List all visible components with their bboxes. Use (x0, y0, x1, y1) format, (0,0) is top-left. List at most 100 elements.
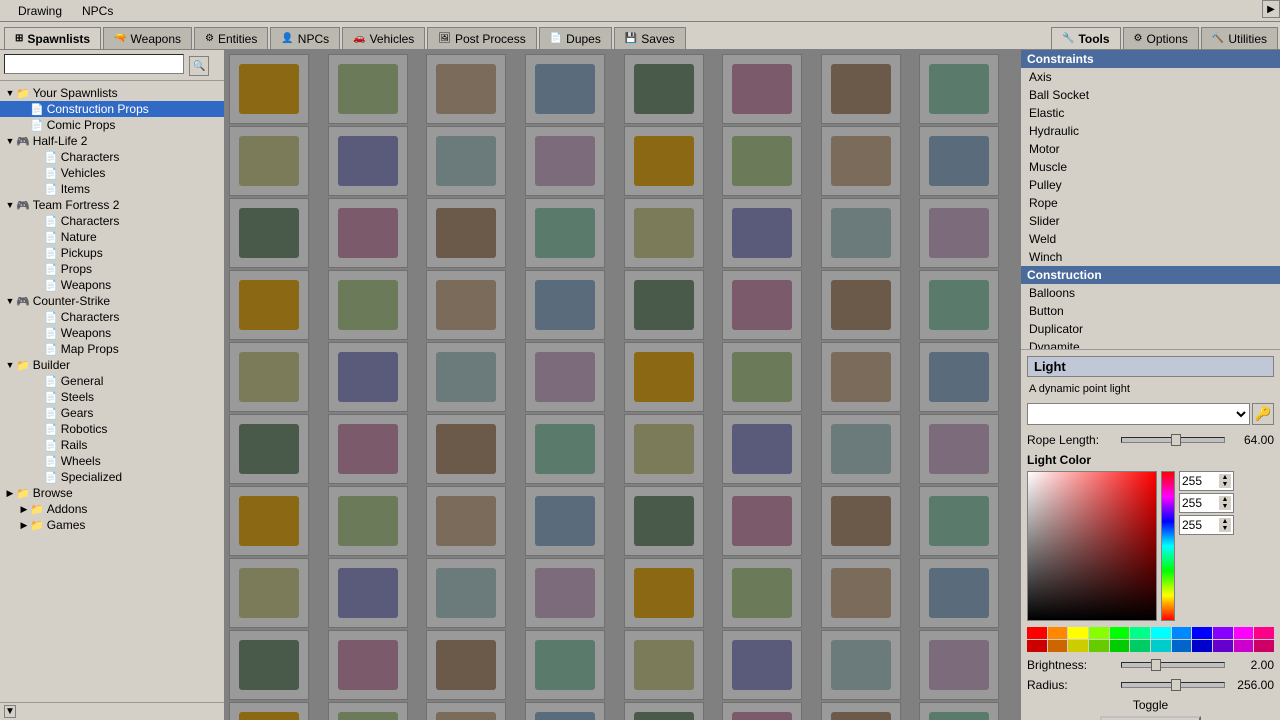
content-item-16[interactable] (229, 198, 309, 268)
content-item-77[interactable] (722, 702, 802, 720)
tab-postprocess[interactable]: 🖼 Post Process (427, 27, 536, 49)
color-swatch-7[interactable] (1172, 627, 1192, 639)
content-item-18[interactable] (426, 198, 506, 268)
constraint-item-ball-socket[interactable]: Ball Socket (1021, 86, 1280, 104)
constraint-item-elastic[interactable]: Elastic (1021, 104, 1280, 122)
tab-tools[interactable]: 🔧 Tools (1051, 27, 1121, 49)
content-item-9[interactable] (328, 126, 408, 196)
content-item-69[interactable] (722, 630, 802, 700)
content-item-14[interactable] (821, 126, 901, 196)
tree-expand-team-fortress-2[interactable]: ▼ (4, 200, 16, 210)
content-item-25[interactable] (328, 270, 408, 340)
content-item-22[interactable] (821, 198, 901, 268)
tab-npcs[interactable]: 👤 NPCs (270, 27, 340, 49)
content-item-74[interactable] (426, 702, 506, 720)
tab-weapons[interactable]: 🔫 Weapons (103, 27, 192, 49)
content-item-41[interactable] (328, 414, 408, 484)
content-item-17[interactable] (328, 198, 408, 268)
content-item-20[interactable] (624, 198, 704, 268)
tree-expand-browse[interactable]: ▶ (4, 488, 16, 499)
tree-item-your-spawnlists[interactable]: ▼📁Your Spawnlists (0, 85, 224, 101)
tab-saves[interactable]: 💾 Saves (614, 27, 686, 49)
tree-item-builder-general[interactable]: 📄General (0, 373, 224, 389)
content-item-56[interactable] (229, 558, 309, 628)
color-swatch-20[interactable] (1192, 640, 1212, 652)
color-swatch-17[interactable] (1130, 640, 1150, 652)
content-scroll[interactable] (225, 50, 1020, 720)
content-item-2[interactable] (426, 54, 506, 124)
radius-slider[interactable] (1121, 682, 1225, 688)
color-swatch-21[interactable] (1213, 640, 1233, 652)
tree-item-team-fortress-2[interactable]: ▼🎮Team Fortress 2 (0, 197, 224, 213)
content-item-24[interactable] (229, 270, 309, 340)
tree-expand-counter-strike[interactable]: ▼ (4, 296, 16, 306)
radius-thumb[interactable] (1171, 679, 1181, 691)
tree-item-builder[interactable]: ▼📁Builder (0, 357, 224, 373)
tree-item-builder-specialized[interactable]: 📄Specialized (0, 469, 224, 485)
content-item-19[interactable] (525, 198, 605, 268)
content-item-44[interactable] (624, 414, 704, 484)
content-item-15[interactable] (919, 126, 999, 196)
content-item-54[interactable] (821, 486, 901, 556)
content-item-13[interactable] (722, 126, 802, 196)
color-swatch-2[interactable] (1068, 627, 1088, 639)
color-swatch-12[interactable] (1027, 640, 1047, 652)
content-item-53[interactable] (722, 486, 802, 556)
tree-item-tf2-nature[interactable]: 📄Nature (0, 229, 224, 245)
content-item-21[interactable] (722, 198, 802, 268)
rgb-red-up[interactable]: ▲ (1219, 474, 1231, 481)
rgb-blue-down[interactable]: ▼ (1219, 525, 1231, 532)
tree-item-hl2-items[interactable]: 📄Items (0, 181, 224, 197)
content-item-5[interactable] (722, 54, 802, 124)
tree-item-counter-strike[interactable]: ▼🎮Counter-Strike (0, 293, 224, 309)
tab-dupes[interactable]: 📄 Dupes (539, 27, 612, 49)
tree-item-tf2-characters[interactable]: 📄Characters (0, 213, 224, 229)
content-item-23[interactable] (919, 198, 999, 268)
content-item-43[interactable] (525, 414, 605, 484)
color-swatch-13[interactable] (1048, 640, 1068, 652)
content-item-28[interactable] (624, 270, 704, 340)
content-item-33[interactable] (328, 342, 408, 412)
color-swatch-3[interactable] (1089, 627, 1109, 639)
content-item-66[interactable] (426, 630, 506, 700)
tab-options[interactable]: ⚙ Options (1123, 27, 1199, 49)
content-item-46[interactable] (821, 414, 901, 484)
content-item-70[interactable] (821, 630, 901, 700)
content-item-78[interactable] (821, 702, 901, 720)
content-item-49[interactable] (328, 486, 408, 556)
content-item-37[interactable] (722, 342, 802, 412)
tree-item-cs-characters[interactable]: 📄Characters (0, 309, 224, 325)
menu-npcs[interactable]: NPCs (72, 2, 123, 20)
content-item-59[interactable] (525, 558, 605, 628)
content-item-27[interactable] (525, 270, 605, 340)
content-item-51[interactable] (525, 486, 605, 556)
content-item-6[interactable] (821, 54, 901, 124)
tree-item-games[interactable]: ▶📁Games (0, 517, 224, 533)
content-item-57[interactable] (328, 558, 408, 628)
rope-length-thumb[interactable] (1171, 434, 1181, 446)
content-item-42[interactable] (426, 414, 506, 484)
tree-expand-your-spawnlists[interactable]: ▼ (4, 88, 16, 98)
constraint-item-weld[interactable]: Weld (1021, 230, 1280, 248)
tree-item-hl2-vehicles[interactable]: 📄Vehicles (0, 165, 224, 181)
content-item-60[interactable] (624, 558, 704, 628)
search-button[interactable]: 🔍 (189, 56, 209, 76)
content-item-4[interactable] (624, 54, 704, 124)
tree-item-tf2-props[interactable]: 📄Props (0, 261, 224, 277)
content-item-12[interactable] (624, 126, 704, 196)
content-item-75[interactable] (525, 702, 605, 720)
content-item-39[interactable] (919, 342, 999, 412)
content-item-67[interactable] (525, 630, 605, 700)
construction-item-balloons[interactable]: Balloons (1021, 284, 1280, 302)
constraint-item-muscle[interactable]: Muscle (1021, 158, 1280, 176)
color-swatch-22[interactable] (1234, 640, 1254, 652)
tree-item-builder-steels[interactable]: 📄Steels (0, 389, 224, 405)
color-swatch-6[interactable] (1151, 627, 1171, 639)
tree-item-addons[interactable]: ▶📁Addons (0, 501, 224, 517)
content-item-1[interactable] (328, 54, 408, 124)
content-item-52[interactable] (624, 486, 704, 556)
tree-item-builder-gears[interactable]: 📄Gears (0, 405, 224, 421)
content-item-64[interactable] (229, 630, 309, 700)
constraint-item-pulley[interactable]: Pulley (1021, 176, 1280, 194)
hue-bar[interactable] (1161, 471, 1175, 621)
